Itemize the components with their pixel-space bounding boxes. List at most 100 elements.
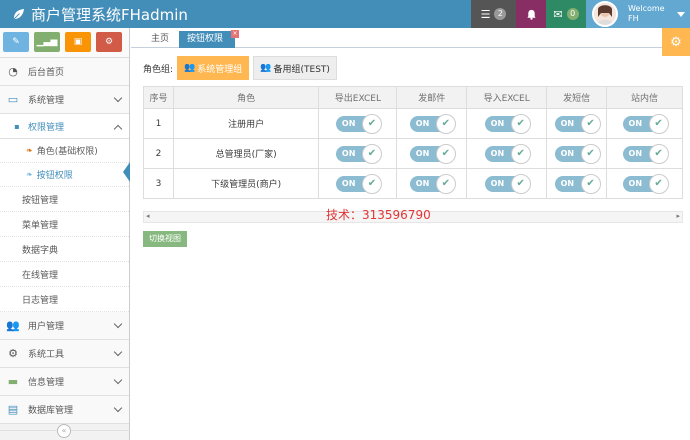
- tab-home[interactable]: 主页: [143, 31, 177, 48]
- sidebar-subitem-online[interactable]: 在线管理: [0, 262, 129, 287]
- sidebar-item-permission[interactable]: ▪ 权限管理: [0, 114, 129, 139]
- sidebar: ✎ ▁▃▅ ▣ ⚙ ◔ 后台首页 ▭ 系统管理 ▪ 权限管理 ❧ 角色(基础权限…: [0, 28, 130, 440]
- sidebar-item-users[interactable]: 👥 用户管理: [0, 312, 129, 340]
- sidebar-subitem-button-permission[interactable]: ❧ 按钮权限: [0, 163, 129, 187]
- sidebar-collapse-button[interactable]: «: [57, 424, 71, 438]
- scroll-right-icon[interactable]: ▸: [676, 212, 680, 220]
- send-sms-toggle[interactable]: ON ✔: [554, 173, 601, 194]
- active-indicator: [123, 162, 130, 182]
- signal-icon: ▁▃▅: [36, 37, 58, 47]
- check-icon: ✔: [510, 113, 531, 134]
- check-icon: ✔: [510, 173, 531, 194]
- chevron-down-icon: [113, 319, 123, 329]
- tachometer-icon: ◔: [8, 65, 18, 78]
- send-email-toggle[interactable]: ON ✔: [409, 113, 456, 134]
- user-menu[interactable]: Welcome FH: [586, 0, 690, 28]
- col-header-send-sms: 发短信: [546, 86, 608, 109]
- import-excel-toggle[interactable]: ON ✔: [484, 113, 531, 134]
- desktop-icon: ▭: [7, 93, 19, 106]
- top-navbar: 商户管理系统FHadmin ☰ 2 ✉ 0 Welcome FH: [0, 0, 690, 28]
- sidebar-item-info[interactable]: ▬ 信息管理: [0, 368, 129, 396]
- sidebar-subitem-log[interactable]: 日志管理: [0, 287, 129, 312]
- messages-badge: 2: [494, 8, 507, 20]
- role-group-system-button[interactable]: 👥 系统管理组: [177, 56, 250, 80]
- import-excel-toggle[interactable]: ON ✔: [484, 173, 531, 194]
- row-no: 3: [143, 168, 174, 199]
- scroll-left-icon[interactable]: ◂: [146, 212, 150, 220]
- notifications-button[interactable]: [516, 0, 546, 28]
- col-header-site-message: 站内信: [606, 86, 683, 109]
- leaf-bullet-icon: ❧: [26, 146, 33, 155]
- tab-button-permission[interactable]: 按钮权限 ×: [179, 30, 239, 48]
- sidebar-item-system[interactable]: ▭ 系统管理: [0, 86, 129, 114]
- shortcut-pencil-button[interactable]: ✎: [3, 32, 29, 52]
- username: FH: [628, 14, 639, 23]
- check-icon: ✔: [580, 113, 601, 134]
- chevron-up-icon: [113, 124, 123, 134]
- tasks-icon: ☰: [480, 7, 491, 21]
- users-icon: 👥: [260, 63, 272, 73]
- row-no: 1: [143, 108, 174, 139]
- sidebar-subitem-button-manage[interactable]: 按钮管理: [0, 187, 129, 212]
- site-message-toggle[interactable]: ON ✔: [622, 143, 669, 164]
- double-left-icon: «: [61, 426, 67, 435]
- shortcut-cogs-button[interactable]: ⚙: [96, 32, 122, 52]
- site-message-toggle[interactable]: ON ✔: [622, 113, 669, 134]
- tab-bar: 主页 按钮权限 ×: [131, 28, 690, 48]
- main-content: 主页 按钮权限 × ⚙ 角色组: 👥 系统管理组 👥 备用组(TEST) 序号 …: [131, 28, 690, 440]
- send-sms-toggle[interactable]: ON ✔: [554, 113, 601, 134]
- sidebar-subitem-role[interactable]: ❧ 角色(基础权限): [0, 139, 129, 163]
- send-email-toggle[interactable]: ON ✔: [409, 143, 456, 164]
- gear-icon: ⚙: [670, 34, 682, 50]
- export-excel-toggle[interactable]: ON ✔: [335, 173, 382, 194]
- site-message-toggle[interactable]: ON ✔: [622, 173, 669, 194]
- tab-close-icon[interactable]: ×: [231, 30, 239, 38]
- settings-toggle-button[interactable]: ⚙: [662, 28, 690, 56]
- table-header-row: 序号 角色 导出EXCEL 发邮件 导入EXCEL 发短信 站内信: [143, 86, 683, 109]
- export-excel-toggle[interactable]: ON ✔: [335, 143, 382, 164]
- col-header-import-excel: 导入EXCEL: [466, 86, 548, 109]
- import-excel-toggle[interactable]: ON ✔: [484, 143, 531, 164]
- support-contact-text: 技术：313596790: [326, 208, 431, 222]
- chevron-down-icon: [113, 347, 123, 357]
- leaf-icon: [13, 8, 25, 20]
- floppy-icon: ▣: [73, 37, 83, 47]
- sidebar-subitem-menu-manage[interactable]: 菜单管理: [0, 212, 129, 237]
- sidebar-item-dashboard[interactable]: ◔ 后台首页: [0, 58, 129, 86]
- check-icon: ✔: [435, 143, 456, 164]
- sidebar-item-database[interactable]: ▤ 数据库管理: [0, 396, 129, 424]
- sidebar-subitem-dictionary[interactable]: 数据字典: [0, 237, 129, 262]
- mail-button[interactable]: ✉ 0: [546, 0, 586, 28]
- shortcut-signal-button[interactable]: ▁▃▅: [34, 32, 60, 52]
- bell-icon: [526, 9, 536, 20]
- check-icon: ✔: [361, 173, 382, 194]
- chevron-down-icon: [113, 403, 123, 413]
- role-group-bar: 角色组: 👥 系统管理组 👥 备用组(TEST): [143, 56, 337, 80]
- role-group-test-button[interactable]: 👥 备用组(TEST): [253, 56, 337, 80]
- leaf-bullet-icon: ❧: [26, 170, 33, 179]
- table-row: 3 下级管理员(商户) ON ✔ ON ✔ ON ✔ ON ✔ ON ✔: [143, 168, 683, 199]
- table-row: 2 总管理员(厂家) ON ✔ ON ✔ ON ✔ ON ✔ ON ✔: [143, 138, 683, 169]
- credit-card-icon: ▬: [7, 375, 19, 388]
- export-excel-toggle[interactable]: ON ✔: [335, 113, 382, 134]
- col-header-no: 序号: [143, 86, 174, 109]
- check-icon: ✔: [435, 113, 456, 134]
- check-icon: ✔: [648, 113, 669, 134]
- table-row: 1 注册用户 ON ✔ ON ✔ ON ✔ ON ✔ ON ✔: [143, 108, 683, 139]
- send-email-toggle[interactable]: ON ✔: [409, 173, 456, 194]
- shortcut-save-button[interactable]: ▣: [65, 32, 91, 52]
- messages-button[interactable]: ☰ 2: [471, 0, 516, 28]
- sidebar-item-tools[interactable]: ⚙ 系统工具: [0, 340, 129, 368]
- send-sms-toggle[interactable]: ON ✔: [554, 143, 601, 164]
- users-icon: 👥: [6, 319, 20, 332]
- welcome-text: Welcome FH: [628, 4, 665, 23]
- users-icon: 👥: [184, 63, 196, 73]
- app-title: 商户管理系统FHadmin: [31, 6, 188, 24]
- brand[interactable]: 商户管理系统FHadmin: [12, 4, 188, 25]
- row-role: 注册用户: [172, 108, 320, 139]
- check-icon: ✔: [361, 113, 382, 134]
- row-no: 2: [143, 138, 174, 169]
- check-icon: ✔: [510, 143, 531, 164]
- switch-view-button[interactable]: 切换视图: [143, 231, 187, 247]
- avatar: [592, 1, 618, 27]
